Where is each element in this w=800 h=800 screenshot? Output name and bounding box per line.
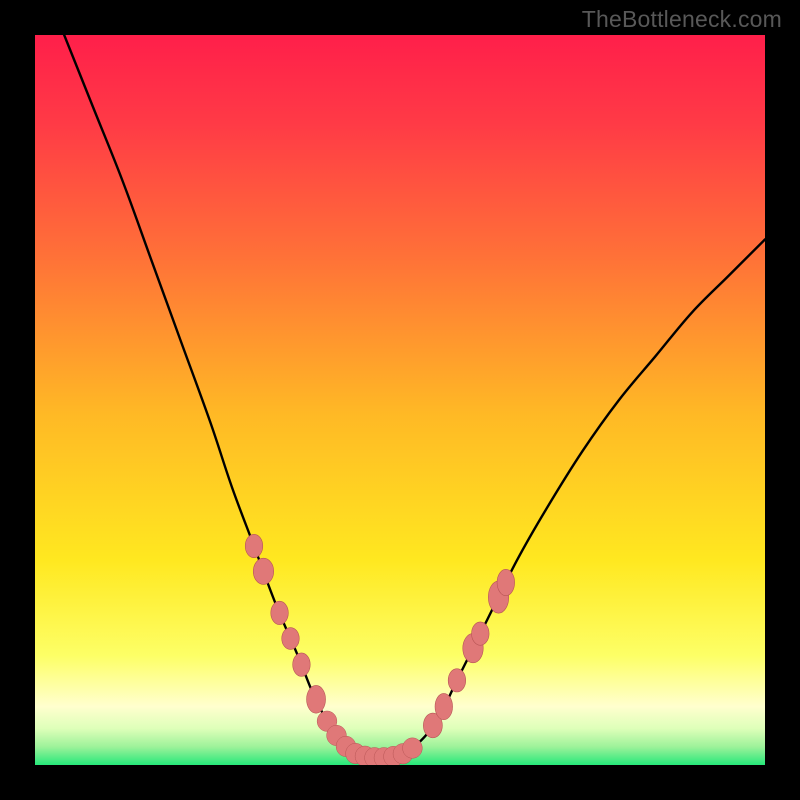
marker-point [282, 628, 300, 650]
bottleneck-curve [35, 35, 765, 758]
marker-point [497, 569, 515, 595]
chart-stage: TheBottleneck.com [0, 0, 800, 800]
valley-band-markers [317, 711, 422, 765]
marker-point [245, 534, 263, 557]
watermark-text: TheBottleneck.com [582, 6, 782, 33]
plot-area [35, 35, 765, 765]
marker-point [253, 558, 273, 584]
marker-point [435, 693, 453, 719]
marker-point [293, 653, 311, 676]
valley-marker [403, 738, 423, 758]
marker-point [271, 601, 289, 624]
curve-layer [35, 35, 765, 765]
highlight-markers [245, 534, 514, 738]
marker-point [472, 622, 490, 645]
marker-point [448, 669, 466, 692]
marker-point [307, 685, 326, 713]
